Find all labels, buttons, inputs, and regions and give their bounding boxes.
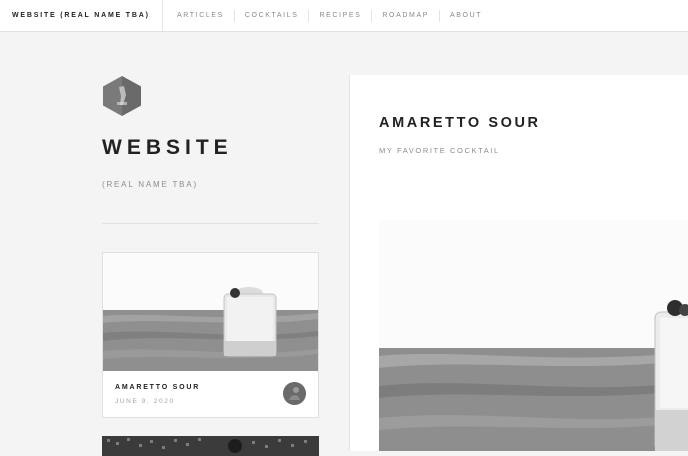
card-date: JUNE 9, 2020 bbox=[115, 398, 175, 405]
cocktail-hero-photo bbox=[379, 220, 688, 451]
post-card[interactable]: AMARETTO SOUR JUNE 9, 2020 bbox=[102, 252, 319, 418]
site-title: WEBSITE bbox=[102, 136, 233, 159]
nav-item-articles[interactable]: ARTICLES bbox=[163, 10, 234, 22]
article-panel: AMARETTO SOUR MY FAVORITE COCKTAIL bbox=[349, 75, 688, 451]
hexagon-logo-icon[interactable] bbox=[102, 75, 142, 117]
article-title: AMARETTO SOUR bbox=[379, 115, 541, 131]
article-subtitle: MY FAVORITE COCKTAIL bbox=[379, 146, 500, 155]
nav-item-roadmap[interactable]: ROADMAP bbox=[371, 9, 439, 22]
post-card-image-2[interactable] bbox=[102, 436, 319, 456]
main-nav: ARTICLES COCKTAILS RECIPES ROADMAP ABOUT bbox=[163, 0, 492, 31]
card-title[interactable]: AMARETTO SOUR bbox=[115, 384, 200, 391]
nav-item-about[interactable]: ABOUT bbox=[439, 9, 492, 22]
author-avatar[interactable] bbox=[283, 382, 306, 405]
sidebar-divider bbox=[102, 223, 319, 224]
nav-item-cocktails[interactable]: COCKTAILS bbox=[233, 9, 309, 22]
nav-item-recipes[interactable]: RECIPES bbox=[308, 9, 371, 22]
top-nav-bar: WEBSITE (REAL NAME TBA) ARTICLES COCKTAI… bbox=[0, 0, 688, 32]
site-subtitle: (REAL NAME TBA) bbox=[102, 180, 198, 189]
site-brand-link[interactable]: WEBSITE (REAL NAME TBA) bbox=[0, 0, 163, 31]
cocktail-photo bbox=[103, 253, 318, 371]
